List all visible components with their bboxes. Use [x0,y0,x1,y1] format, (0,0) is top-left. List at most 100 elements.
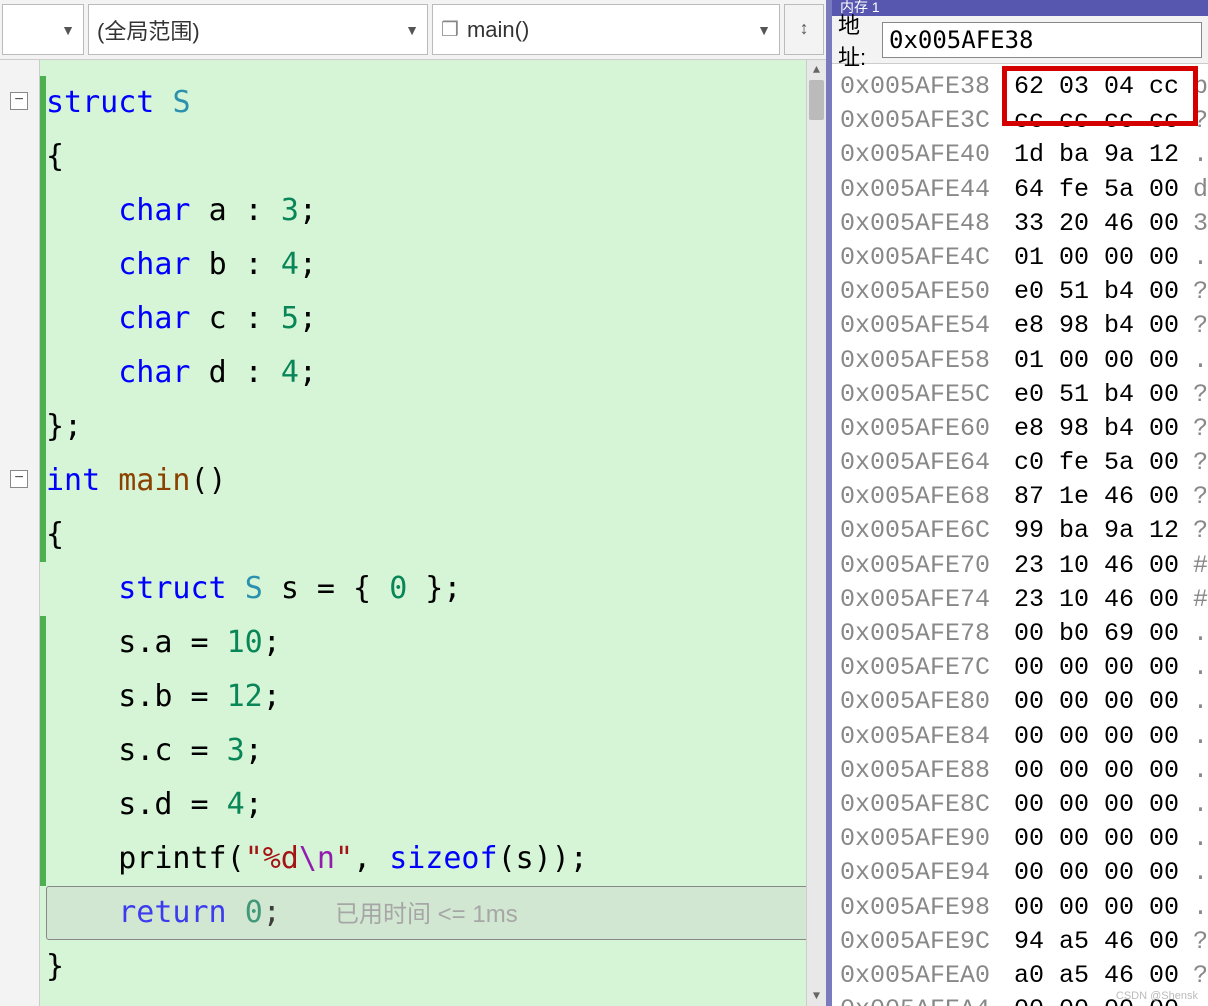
memory-ascii: ? [1179,959,1208,993]
memory-address: 0x005AFE3C [840,104,999,138]
memory-address: 0x005AFE38 [840,70,999,104]
memory-bytes: e0 51 b4 00 [999,275,1179,309]
memory-row[interactable]: 0x005AFEA0 a0 a5 46 00? [840,959,1208,993]
memory-row[interactable]: 0x005AFE50 e0 51 b4 00? [840,275,1208,309]
chevron-down-icon: ▼ [61,22,75,38]
memory-row[interactable]: 0x005AFE74 23 10 46 00# [840,583,1208,617]
code-line[interactable]: }; [40,400,826,454]
combo-context[interactable]: ▼ [2,4,84,55]
memory-row[interactable]: 0x005AFE98 00 00 00 00. [840,891,1208,925]
memory-row[interactable]: 0x005AFE40 1d ba 9a 12. [840,138,1208,172]
code-line[interactable]: char d : 4; [40,346,826,400]
memory-ascii: . [1179,856,1208,890]
memory-row[interactable]: 0x005AFE90 00 00 00 00. [840,822,1208,856]
memory-row[interactable]: 0x005AFE7C 00 00 00 00. [840,651,1208,685]
memory-address: 0x005AFE50 [840,275,999,309]
memory-row[interactable]: 0x005AFE58 01 00 00 00. [840,344,1208,378]
memory-row[interactable]: 0x005AFE68 87 1e 46 00? [840,480,1208,514]
address-input[interactable] [882,22,1202,58]
scroll-down-icon[interactable]: ▼ [807,986,826,1006]
memory-row[interactable]: 0x005AFE88 00 00 00 00. [840,754,1208,788]
memory-row[interactable]: 0x005AFE8C 00 00 00 00. [840,788,1208,822]
fold-toggle[interactable]: − [10,92,28,110]
split-window-button[interactable]: ↕ [784,4,824,55]
memory-address: 0x005AFE98 [840,891,999,925]
code-line[interactable]: int main() [40,454,826,508]
fold-toggle[interactable]: − [10,470,28,488]
code-line[interactable]: s.c = 3; [40,724,826,778]
memory-row[interactable]: 0x005AFE54 e8 98 b4 00? [840,309,1208,343]
memory-address-bar: 地址: [832,16,1208,64]
memory-ascii: . [1179,138,1208,172]
memory-address: 0x005AFE78 [840,617,999,651]
memory-row[interactable]: 0x005AFE5C e0 51 b4 00? [840,378,1208,412]
code-line[interactable]: char c : 5; [40,292,826,346]
combo-scope[interactable]: (全局范围) ▼ [88,4,428,55]
watermark: CSDN @Shensk [1116,990,1198,1002]
code-line[interactable]: printf("%d\n", sizeof(s)); [40,832,826,886]
memory-row[interactable]: 0x005AFE38 62 03 04 ccb [840,70,1208,104]
memory-ascii: # [1179,583,1208,617]
memory-address: 0x005AFE9C [840,925,999,959]
chevron-down-icon: ▼ [757,22,771,38]
memory-ascii: b [1179,70,1208,104]
memory-view[interactable]: 0x005AFE38 62 03 04 ccb0x005AFE3C cc cc … [832,64,1208,1006]
scroll-up-icon[interactable]: ▲ [807,60,826,80]
memory-ascii: ? [1179,514,1208,548]
memory-bytes: a0 a5 46 00 [999,959,1179,993]
memory-ascii: . [1179,788,1208,822]
memory-bytes: 1d ba 9a 12 [999,138,1179,172]
change-marker [40,616,46,886]
memory-bytes: 00 00 00 00 [999,720,1179,754]
code-line[interactable]: s.d = 4; [40,778,826,832]
memory-row[interactable]: 0x005AFE60 e8 98 b4 00? [840,412,1208,446]
memory-address: 0x005AFE90 [840,822,999,856]
memory-row[interactable]: 0x005AFE94 00 00 00 00. [840,856,1208,890]
code-line[interactable]: { [40,508,826,562]
memory-bytes: c0 fe 5a 00 [999,446,1179,480]
chevron-down-icon: ▼ [405,22,419,38]
editor-toolbar: ▼ (全局范围) ▼ ❒ main() ▼ ↕ [0,0,826,60]
code-line[interactable]: s.a = 10; [40,616,826,670]
memory-ascii: . [1179,617,1208,651]
memory-address: 0x005AFE70 [840,549,999,583]
code-line[interactable]: char b : 4; [40,238,826,292]
memory-row[interactable]: 0x005AFE44 64 fe 5a 00d [840,173,1208,207]
code-line[interactable]: { [40,130,826,184]
memory-row[interactable]: 0x005AFE64 c0 fe 5a 00? [840,446,1208,480]
address-label: 地址: [838,8,876,72]
memory-ascii: ? [1179,925,1208,959]
scroll-thumb[interactable] [809,80,824,120]
memory-ascii: ? [1179,378,1208,412]
cube-icon: ❒ [441,17,459,42]
memory-ascii: . [1179,344,1208,378]
memory-row[interactable]: 0x005AFE4C 01 00 00 00. [840,241,1208,275]
memory-row[interactable]: 0x005AFE84 00 00 00 00. [840,720,1208,754]
memory-address: 0x005AFE5C [840,378,999,412]
memory-bytes: cc cc cc cc [999,104,1179,138]
memory-row[interactable]: 0x005AFE9C 94 a5 46 00? [840,925,1208,959]
memory-row[interactable]: 0x005AFE78 00 b0 69 00. [840,617,1208,651]
memory-bytes: 33 20 46 00 [999,207,1179,241]
memory-bytes: 00 00 00 00 [999,891,1179,925]
combo-scope-label: (全局范围) [97,14,200,46]
memory-row[interactable]: 0x005AFE80 00 00 00 00. [840,685,1208,719]
memory-row[interactable]: 0x005AFE3C cc cc cc cc? [840,104,1208,138]
code-line[interactable]: s.b = 12; [40,670,826,724]
code-line[interactable]: } [40,940,826,994]
code-line[interactable]: struct S [40,76,826,130]
memory-bytes: 23 10 46 00 [999,583,1179,617]
memory-address: 0x005AFE68 [840,480,999,514]
memory-panel-title: 内存 1 [832,0,1208,16]
code-editor[interactable]: −− struct S{ char a : 3; char b : 4; cha… [0,60,826,1006]
memory-row[interactable]: 0x005AFE6C 99 ba 9a 12? [840,514,1208,548]
vertical-scrollbar[interactable]: ▲ ▼ [806,60,826,1006]
memory-row[interactable]: 0x005AFE48 33 20 46 003 [840,207,1208,241]
combo-function[interactable]: ❒ main() ▼ [432,4,780,55]
memory-row[interactable]: 0x005AFE70 23 10 46 00# [840,549,1208,583]
memory-ascii: ? [1179,104,1208,138]
code-line[interactable]: char a : 3; [40,184,826,238]
memory-bytes: 64 fe 5a 00 [999,173,1179,207]
current-line-highlight [46,886,820,940]
code-line[interactable]: struct S s = { 0 }; [40,562,826,616]
